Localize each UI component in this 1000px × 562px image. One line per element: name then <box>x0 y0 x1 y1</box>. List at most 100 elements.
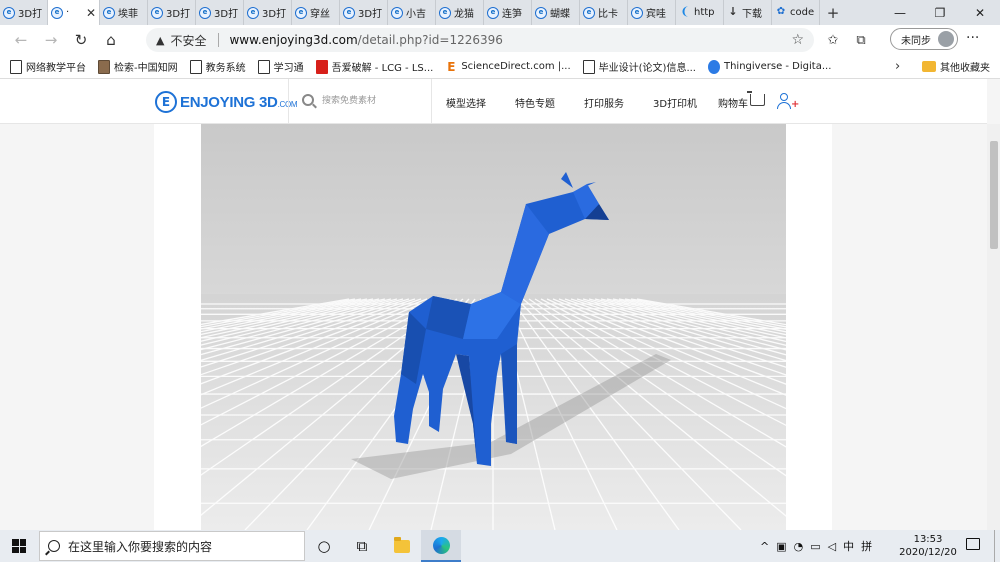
site-icon: e <box>343 6 355 19</box>
volume-icon[interactable]: ◁ <box>828 540 836 553</box>
insecure-label[interactable]: 不安全 <box>170 32 206 49</box>
giraffe-model-render <box>201 172 786 530</box>
bookmarks-overflow-icon[interactable]: › <box>895 59 900 74</box>
model-preview-image[interactable] <box>201 124 786 530</box>
tab-title: 小吉 <box>406 9 426 20</box>
site-icon: e <box>51 6 63 19</box>
site-logo[interactable]: E ENJOYING 3D.COM <box>155 91 298 113</box>
bookmark-label: 教务系统 <box>205 63 246 74</box>
bookmark-label: 网络教学平台 <box>26 63 86 74</box>
bookmark-icon <box>10 59 22 74</box>
url-host: www.enjoying3d.com <box>229 33 358 47</box>
folder-icon <box>394 536 410 553</box>
tab-title: 蝴蝶 <box>550 9 570 20</box>
bookmark-item[interactable]: 毕业设计(论文)信息... <box>582 59 696 74</box>
taskbar-search[interactable]: 在这里输入你要搜索的内容 <box>39 531 305 561</box>
browser-tab[interactable]: e 连笋 <box>484 0 532 25</box>
tab-strip: e 3D打 e · ✕ e 埃菲 e 3D打 e 3D打 e 3D打 e 穿丝 e 3D打 e 小吉 e 龙猫 e 连笋 e 蝴… <box>0 0 1000 25</box>
twitter-icon: ❨ <box>680 4 690 18</box>
bookmark-item[interactable]: E ScienceDirect.com |... <box>445 59 571 74</box>
file-explorer-button[interactable] <box>382 530 422 562</box>
more-menu-icon[interactable]: ··· <box>966 30 979 46</box>
browser-tab[interactable]: ↓ 下载 <box>724 0 772 25</box>
nav-model-select[interactable]: 模型选择 <box>446 95 486 110</box>
tab-title: 3D打 <box>18 9 43 20</box>
browser-tab[interactable]: e 3D打 <box>340 0 388 25</box>
new-tab-button[interactable]: + <box>820 0 846 25</box>
nav-cart[interactable]: 购物车 <box>718 95 748 110</box>
bookmark-item[interactable]: 网络教学平台 <box>10 59 86 74</box>
restore-button[interactable]: ❐ <box>920 0 960 25</box>
cortana-icon[interactable]: ○ <box>304 530 344 562</box>
clock-time: 13:53 <box>913 534 943 545</box>
search-icon <box>302 93 314 106</box>
task-view-icon[interactable]: ⧉ <box>342 530 382 562</box>
scrollbar-thumb[interactable] <box>990 141 998 249</box>
show-desktop-button[interactable] <box>994 530 1000 562</box>
back-button[interactable]: ← <box>6 25 36 55</box>
start-button[interactable] <box>0 530 38 562</box>
favorite-star-icon[interactable]: ☆ <box>791 32 804 48</box>
browser-tab[interactable]: e 蝴蝶 <box>532 0 580 25</box>
browser-tab[interactable]: ❨ http <box>676 0 724 25</box>
site-search[interactable]: 搜索免费素材 <box>302 93 376 106</box>
browser-tab[interactable]: e · ✕ <box>48 0 100 25</box>
battery-icon[interactable]: ▭ <box>810 540 820 553</box>
home-button[interactable]: ⌂ <box>96 25 126 55</box>
taskbar-clock[interactable]: 13:53 2020/12/20 <box>896 533 960 559</box>
collections-icon[interactable]: ⧉ <box>852 33 870 48</box>
logo-icon: E <box>155 91 177 113</box>
browser-tab[interactable]: e 比卡 <box>580 0 628 25</box>
profile-sync-button[interactable]: 未同步 <box>890 28 958 50</box>
tray-app-icon[interactable]: ▣ <box>776 540 786 553</box>
browser-tab[interactable]: e 3D打 <box>0 0 48 25</box>
user-icon[interactable]: + <box>777 93 799 110</box>
clock-date: 2020/12/20 <box>899 547 957 558</box>
favorites-icon[interactable]: ✩ <box>824 33 842 48</box>
windows-taskbar: 在这里输入你要搜索的内容 ○ ⧉ ^ ▣ ◔ ▭ ◁ 中 拼 13:53 202… <box>0 530 1000 562</box>
bookmark-bar: 网络教学平台 检索-中国知网 教务系统 学习通 吾爱破解 - LCG - LS... E S… <box>0 55 1000 79</box>
site-icon: e <box>535 6 547 19</box>
other-bookmarks-folder[interactable]: 其他收藏夹 <box>922 59 990 74</box>
browser-tab[interactable]: e 龙猫 <box>436 0 484 25</box>
other-bookmarks-label: 其他收藏夹 <box>940 63 990 74</box>
network-icon[interactable]: ◔ <box>794 540 804 553</box>
tab-title: http <box>694 7 715 18</box>
bookmark-item[interactable]: 学习通 <box>257 59 304 74</box>
browser-tab[interactable]: e 3D打 <box>148 0 196 25</box>
tab-title: · <box>66 7 70 18</box>
address-bar[interactable]: ▲ 不安全 www.enjoying3d.com/detail.php?id=1… <box>146 28 814 52</box>
close-window-button[interactable]: ✕ <box>960 0 1000 25</box>
bookmark-label: Thingiverse - Digita... <box>723 61 832 72</box>
detail-content <box>154 124 832 530</box>
nav-print-service[interactable]: 打印服务 <box>584 95 624 110</box>
bookmark-item[interactable]: Thingiverse - Digita... <box>707 59 832 74</box>
close-tab-icon[interactable]: ✕ <box>86 6 96 20</box>
browser-tab[interactable]: e 3D打 <box>196 0 244 25</box>
browser-tab[interactable]: e 3D打 <box>244 0 292 25</box>
cart-icon[interactable] <box>747 91 765 106</box>
edge-taskbar-button[interactable] <box>421 530 461 562</box>
keyboard-mode[interactable]: 拼 <box>861 538 872 554</box>
browser-tab[interactable]: e 宾哇 <box>628 0 676 25</box>
browser-tab[interactable]: e 小吉 <box>388 0 436 25</box>
notification-icon[interactable] <box>966 538 980 550</box>
nav-3d-printer[interactable]: 3D打印机 <box>653 95 697 110</box>
bookmark-item[interactable]: 吾爱破解 - LCG - LS... <box>315 59 433 74</box>
site-icon: e <box>295 6 307 19</box>
browser-tab[interactable]: e 穿丝 <box>292 0 340 25</box>
site-icon: e <box>391 6 403 19</box>
bookmark-item[interactable]: 检索-中国知网 <box>98 59 178 74</box>
minimize-button[interactable]: — <box>880 0 920 25</box>
sync-label: 未同步 <box>901 35 931 47</box>
forward-button[interactable]: → <box>36 25 66 55</box>
site-icon: e <box>247 6 259 19</box>
vertical-scrollbar[interactable] <box>987 124 1000 530</box>
tray-chevron-icon[interactable]: ^ <box>760 540 769 553</box>
refresh-button[interactable]: ↻ <box>66 25 96 55</box>
ime-mode[interactable]: 中 <box>843 538 854 554</box>
nav-featured[interactable]: 特色专题 <box>515 95 555 110</box>
bookmark-item[interactable]: 教务系统 <box>189 59 246 74</box>
browser-tab[interactable]: e 埃菲 <box>100 0 148 25</box>
browser-tab[interactable]: ✿ code <box>772 0 820 25</box>
